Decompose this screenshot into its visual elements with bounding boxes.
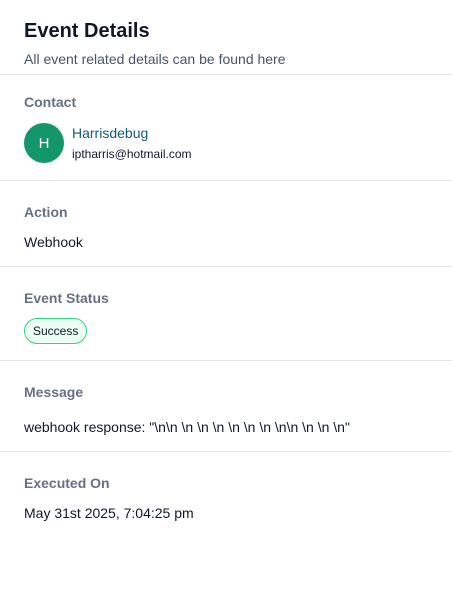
event-status-label: Event Status xyxy=(24,290,109,306)
contact-info: Harrisdebug iptharris@hotmail.com xyxy=(72,124,192,162)
status-badge: Success xyxy=(24,318,88,344)
message-label: Message xyxy=(24,384,84,400)
page-title: Event Details xyxy=(24,20,150,42)
contact-name-link[interactable]: Harrisdebug xyxy=(72,124,192,142)
executed-on-value: May 31st 2025, 7:04:25 pm xyxy=(24,505,194,521)
contact-row: H Harrisdebug iptharris@hotmail.com xyxy=(24,123,428,163)
avatar: H xyxy=(24,123,64,163)
page-subtitle: All event related details can be found h… xyxy=(24,51,286,67)
event-details-panel: Event Details All event related details … xyxy=(0,0,452,608)
action-value: Webhook xyxy=(24,234,83,250)
action-section: Action Webhook xyxy=(0,181,452,267)
executed-on-label: Executed On xyxy=(24,475,110,491)
message-section: Message webhook response: "\n\n \n \n \n… xyxy=(0,361,452,452)
action-label: Action xyxy=(24,204,68,220)
executed-on-section: Executed On May 31st 2025, 7:04:25 pm xyxy=(0,452,452,522)
event-status-section: Event Status Success xyxy=(0,267,452,361)
panel-header: Event Details All event related details … xyxy=(0,0,452,75)
contact-label: Contact xyxy=(24,94,77,110)
contact-section: Contact H Harrisdebug iptharris@hotmail.… xyxy=(0,75,452,181)
message-value: webhook response: "\n\n \n \n \n \n \n \… xyxy=(24,419,350,435)
contact-email: iptharris@hotmail.com xyxy=(72,147,192,161)
